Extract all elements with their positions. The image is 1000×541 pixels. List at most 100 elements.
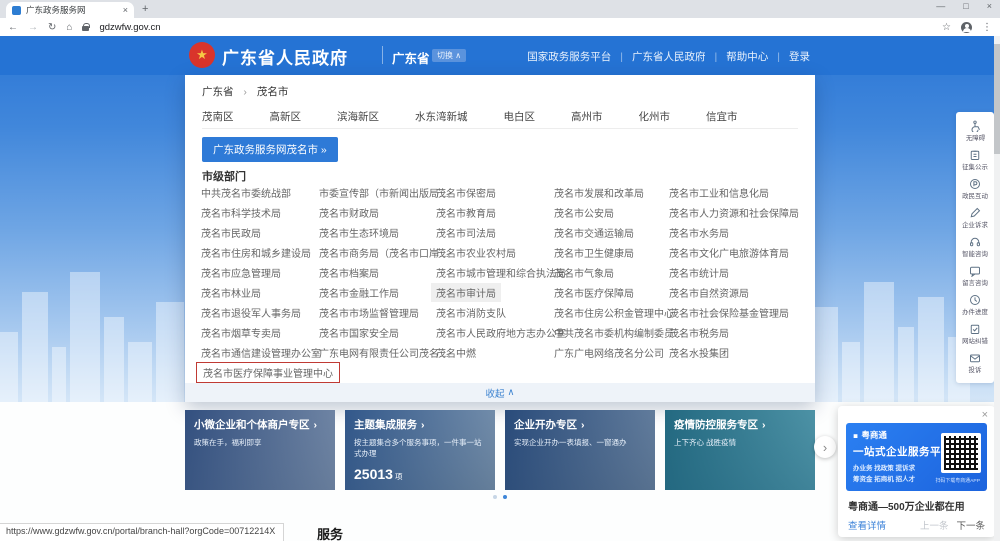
popup-close-icon[interactable]: × — [982, 409, 988, 421]
district-tab[interactable]: 茂南区 — [202, 109, 234, 124]
profile-avatar[interactable] — [961, 22, 972, 33]
previous-item-link[interactable]: 上一条 — [920, 518, 949, 532]
department-link[interactable]: 茂名市发展和改革局 — [549, 183, 649, 202]
department-link[interactable]: 茂名市交通运输局 — [549, 223, 639, 242]
nav-provincial-gov[interactable]: 广东省人民政府 — [632, 49, 706, 64]
window-maximize-icon[interactable]: □ — [963, 1, 968, 11]
forward-icon[interactable]: → — [28, 22, 38, 33]
department-link[interactable]: 茂名市农业农村局 — [431, 243, 521, 262]
banner-card[interactable]: 主题集成服务›按主题集合多个服务事项，一件事一站式办理25013项 — [345, 410, 495, 490]
department-link[interactable]: 茂名市通信建设管理办公室 — [196, 343, 326, 362]
department-link[interactable]: 茂名市社会保险基金管理局 — [664, 303, 794, 322]
carousel-dot[interactable] — [493, 495, 497, 499]
department-link[interactable]: 茂名市住房公积金管理中心 — [549, 303, 679, 322]
browser-tab[interactable]: 广东政务服务网 × — [6, 2, 134, 18]
breadcrumb-separator: › — [243, 86, 247, 98]
sidebar-item-accessibility[interactable]: 无障碍 — [956, 117, 994, 146]
department-link[interactable]: 茂名市文化广电旅游体育局 — [664, 243, 794, 262]
sidebar-item-smart-consult[interactable]: 智能咨询 — [956, 233, 994, 262]
nav-help-center[interactable]: 帮助中心 — [726, 49, 768, 64]
sidebar-item-progress[interactable]: 办件进度 — [956, 291, 994, 320]
login-link[interactable]: 登录 — [789, 49, 810, 64]
home-icon[interactable]: ⌂ — [66, 22, 72, 33]
chevron-right-icon: › — [762, 419, 766, 431]
department-link[interactable]: 茂名市民政局 — [196, 223, 266, 242]
breadcrumb-city[interactable]: 茂名市 — [257, 86, 289, 98]
sidebar-item-notice[interactable]: 征集公示 — [956, 146, 994, 175]
district-tab[interactable]: 高新区 — [270, 109, 302, 124]
department-link[interactable]: 茂名市教育局 — [431, 203, 501, 222]
department-link[interactable]: 茂名市财政局 — [314, 203, 384, 222]
department-link[interactable]: 茂名市国家安全局 — [314, 323, 404, 342]
department-link[interactable]: 茂名市自然资源局 — [664, 283, 754, 302]
site-title: 广东省人民政府 — [222, 44, 348, 69]
department-link[interactable]: 茂名市档案局 — [314, 263, 384, 282]
department-link[interactable]: 茂名市烟草专卖局 — [196, 323, 286, 342]
department-link[interactable]: 茂名市应急管理局 — [196, 263, 286, 282]
carousel-next-button[interactable]: › — [814, 436, 836, 458]
next-item-link[interactable]: 下一条 — [956, 518, 985, 532]
department-link[interactable]: 茂名市审计局 — [431, 283, 501, 302]
browser-menu-icon[interactable]: ⋮ — [982, 22, 992, 33]
department-link[interactable]: 茂名市保密局 — [431, 183, 501, 202]
department-link[interactable]: 茂名市金融工作局 — [314, 283, 404, 302]
window-close-icon[interactable]: × — [987, 1, 992, 11]
sidebar-item-interaction[interactable]: 政民互动 — [956, 175, 994, 204]
banner-card[interactable]: 小微企业和个体商户专区›政策在手，福利即享 — [185, 410, 335, 490]
department-link[interactable]: 中共茂名市委统战部 — [196, 183, 296, 202]
region-selector[interactable]: 广东省 — [392, 48, 430, 67]
department-link[interactable]: 茂名市科学技术局 — [196, 203, 286, 222]
banner-card[interactable]: 企业开办专区›实现企业开办一表填报、一窗通办 — [505, 410, 655, 490]
breadcrumb-province[interactable]: 广东省 — [202, 86, 234, 98]
department-link[interactable]: 茂名市生态环境局 — [314, 223, 404, 242]
department-link[interactable]: 茂名市卫生健康局 — [549, 243, 639, 262]
department-link[interactable]: 茂名市司法局 — [431, 223, 501, 242]
city-portal-button[interactable]: 广东政务服务网茂名市 » — [202, 137, 338, 162]
nav-national-platform[interactable]: 国家政务服务平台 — [527, 49, 611, 64]
department-link[interactable]: 茂名市统计局 — [664, 263, 734, 282]
department-link[interactable]: 茂名市消防支队 — [431, 303, 511, 322]
department-link[interactable]: 茂名市税务局 — [664, 323, 734, 342]
department-link[interactable]: 茂名市公安局 — [549, 203, 619, 222]
view-details-link[interactable]: 查看详情 — [848, 518, 886, 532]
collapse-bar[interactable]: 收起 ∧ — [185, 383, 815, 402]
tab-close-icon[interactable]: × — [123, 6, 128, 15]
sidebar-item-message-consult[interactable]: 留言咨询 — [956, 262, 994, 291]
district-tab[interactable]: 电白区 — [504, 109, 536, 124]
department-link[interactable]: 茂名水投集团 — [664, 343, 734, 362]
url-field[interactable]: gdzwfw.gov.cn — [99, 22, 160, 33]
department-link[interactable]: 广东广电网络茂名分公司 — [549, 343, 669, 362]
district-tab[interactable]: 化州市 — [639, 109, 671, 124]
window-minimize-icon[interactable]: — — [936, 1, 945, 11]
scrollbar-thumb[interactable] — [994, 44, 1000, 154]
department-link[interactable]: 茂名市人力资源和社会保障局 — [664, 203, 804, 222]
collapse-label[interactable]: 收起 — [486, 386, 505, 400]
district-tab[interactable]: 滨海新区 — [337, 109, 379, 124]
department-link[interactable]: 茂名中燃 — [431, 343, 481, 362]
carousel-dot-active[interactable] — [503, 495, 507, 499]
reload-icon[interactable]: ↻ — [48, 22, 56, 33]
department-link[interactable]: 茂名市退役军人事务局 — [196, 303, 306, 322]
department-link[interactable]: 茂名市医疗保障局 — [549, 283, 639, 302]
back-icon[interactable]: ← — [8, 22, 18, 33]
sidebar-item-error-correction[interactable]: 网站纠错 — [956, 320, 994, 349]
promo-banner[interactable]: ◆粤商通 一站式企业服务平台 办业务 找政策 提诉求 筹资金 拓商机 招人才 扫… — [846, 423, 987, 491]
new-tab-button[interactable]: + — [142, 3, 148, 15]
district-tab[interactable]: 高州市 — [571, 109, 603, 124]
department-link[interactable]: 茂名市市场监督管理局 — [314, 303, 424, 322]
bookmark-star-icon[interactable]: ☆ — [942, 22, 951, 33]
department-link[interactable]: 茂名市水务局 — [664, 223, 734, 242]
department-link[interactable]: 茂名市工业和信息化局 — [664, 183, 774, 202]
promo-popup: × ◆粤商通 一站式企业服务平台 办业务 找政策 提诉求 筹资金 拓商机 招人才… — [838, 406, 995, 537]
district-tab[interactable]: 水东湾新城 — [415, 109, 468, 124]
region-switch-button[interactable]: 切换 ∧ — [432, 49, 466, 62]
department-link[interactable]: 茂名市林业局 — [196, 283, 266, 302]
sidebar-item-enterprise-appeal[interactable]: 企业诉求 — [956, 204, 994, 233]
sidebar-item-complaint[interactable]: 投诉 — [956, 349, 994, 378]
page-scrollbar[interactable] — [994, 36, 1000, 541]
district-tab[interactable]: 信宜市 — [706, 109, 738, 124]
banner-card[interactable]: 疫情防控服务专区›上下齐心 战胜疫情 — [665, 410, 815, 490]
department-link[interactable]: 茂名市住房和城乡建设局 — [196, 243, 316, 262]
department-link[interactable]: 茂名市医疗保障事业管理中心 — [196, 362, 340, 383]
department-link[interactable]: 茂名市气象局 — [549, 263, 619, 282]
